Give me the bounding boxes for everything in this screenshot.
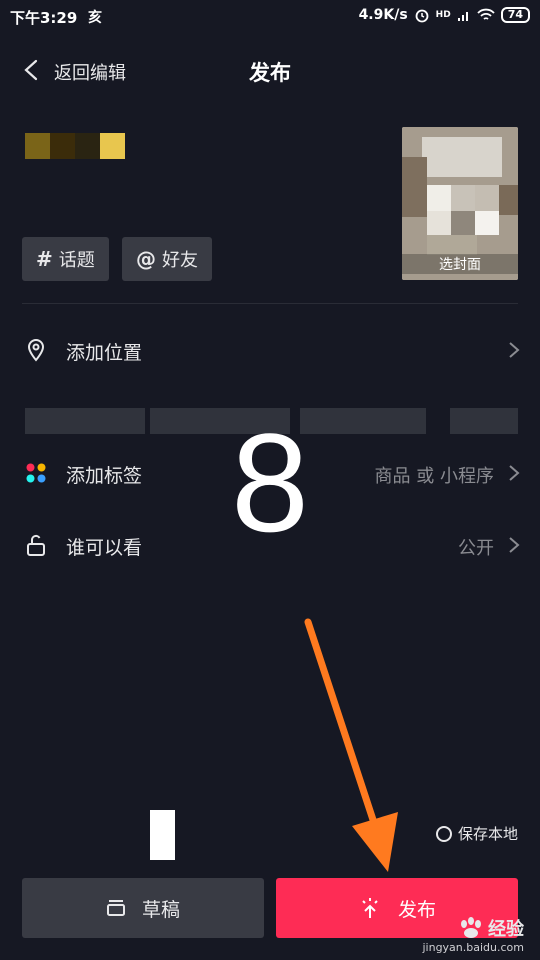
- at-icon: @: [136, 247, 156, 271]
- cover-image-block: [475, 185, 499, 211]
- cover-image-block: [422, 137, 502, 177]
- add-tag-row[interactable]: 添加标签 商品 或 小程序: [0, 445, 540, 501]
- chevron-right-icon: [509, 465, 520, 481]
- location-pin-icon: [27, 338, 45, 362]
- status-time: 下午3:29: [10, 9, 78, 27]
- description-text[interactable]: [25, 133, 125, 159]
- top-bar: 返回编辑 发布: [0, 36, 540, 104]
- battery-indicator: 74: [500, 7, 530, 23]
- hash-icon: #: [36, 247, 53, 271]
- baidu-watermark: 经验 jingyan.baidu.com: [422, 915, 524, 954]
- chevron-right-icon: [509, 537, 520, 553]
- drafts-box-icon: [106, 900, 125, 916]
- alarm-icon: [415, 9, 429, 23]
- page-title: 发布: [249, 61, 291, 85]
- cover-image-block: [427, 185, 451, 211]
- annotation-arrow: [304, 618, 398, 872]
- redaction-block: [150, 810, 175, 860]
- add-location-label: 添加位置: [66, 342, 143, 364]
- wifi-icon: [477, 8, 495, 20]
- add-tag-label: 添加标签: [66, 465, 143, 487]
- upload-spark-icon: [362, 898, 378, 918]
- paw-icon: [461, 917, 481, 938]
- status-right: 4.9K/s HD 74: [359, 7, 530, 23]
- network-speed: 4.9K/s: [358, 7, 408, 23]
- cover-image-block: [475, 211, 499, 235]
- visibility-row[interactable]: 谁可以看 公开: [0, 517, 540, 573]
- add-location-row[interactable]: 添加位置: [0, 322, 540, 378]
- cover-image-block: [499, 185, 518, 215]
- draft-button-label: 草稿: [141, 898, 180, 921]
- cover-image-block: [451, 185, 475, 211]
- cover-thumbnail[interactable]: 选封面: [402, 127, 518, 280]
- friend-chip[interactable]: @ 好友: [122, 237, 212, 281]
- cover-image-block: [402, 157, 427, 217]
- save-local-label: 保存本地: [457, 825, 518, 843]
- pixel-block: [50, 133, 75, 159]
- draft-button[interactable]: 草稿: [22, 878, 264, 938]
- watermark-url: jingyan.baidu.com: [422, 941, 524, 954]
- cover-image-block: [427, 211, 451, 235]
- pixel-block: [100, 133, 125, 159]
- watermark-brand-text: 经验: [488, 919, 524, 940]
- visibility-label: 谁可以看: [66, 537, 143, 559]
- pixel-block: [75, 133, 100, 159]
- four-dots-icon: [26, 463, 46, 483]
- friend-chip-label: 好友: [162, 250, 198, 271]
- signal-icon: [457, 12, 468, 21]
- divider: [22, 303, 518, 304]
- cover-label: 选封面: [402, 254, 518, 274]
- watermark-brand: 经验: [422, 915, 524, 941]
- signal-hd: HD: [435, 10, 451, 20]
- chevron-right-icon: [509, 342, 520, 358]
- status-bar: 下午3:29 亥 4.9K/s HD 74: [0, 0, 540, 34]
- radio-icon[interactable]: [435, 825, 452, 842]
- add-tag-value: 商品 或 小程序: [374, 466, 494, 487]
- topic-chip[interactable]: # 话题: [22, 237, 109, 281]
- unlock-icon: [27, 534, 45, 556]
- visibility-value: 公开: [458, 538, 494, 559]
- status-extra: 亥: [88, 10, 102, 26]
- topic-chip-label: 话题: [58, 250, 95, 271]
- pixel-block: [25, 133, 50, 159]
- cover-image-block: [427, 235, 477, 255]
- cover-image-block: [451, 211, 475, 235]
- save-local-option[interactable]: 保存本地: [435, 823, 518, 844]
